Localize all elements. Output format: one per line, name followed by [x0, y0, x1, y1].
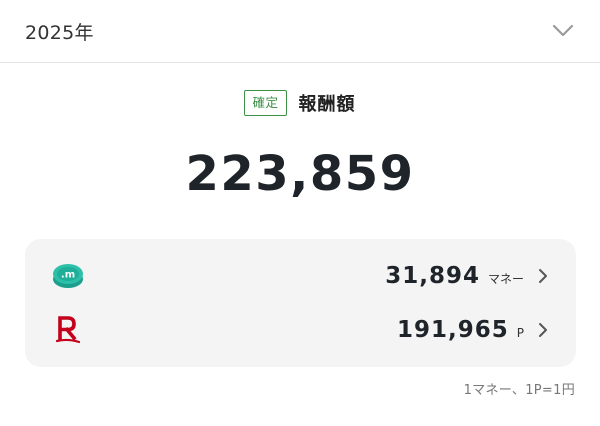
- breakdown-card: .m 31,894 マネー 191,965 P: [25, 239, 576, 367]
- confirmed-badge: 確定: [244, 90, 287, 116]
- rakuten-money-icon: .m: [51, 259, 85, 293]
- money-amount: 31,894: [385, 263, 480, 289]
- reward-title: 報酬額: [298, 94, 356, 115]
- money-amount-group: 31,894 マネー: [385, 263, 548, 289]
- conversion-note: 1マネー、1P=1円: [463, 383, 575, 398]
- year-label: 2025年: [25, 21, 94, 44]
- money-row[interactable]: .m 31,894 マネー: [25, 249, 576, 303]
- chevron-right-icon[interactable]: [538, 268, 548, 284]
- year-selector[interactable]: 2025年: [0, 0, 600, 63]
- point-row[interactable]: 191,965 P: [25, 303, 576, 357]
- reward-total: 223,859: [185, 146, 415, 202]
- rakuten-r-icon: [51, 313, 85, 347]
- point-amount-group: 191,965 P: [397, 317, 548, 343]
- svg-text:.m: .m: [61, 270, 75, 281]
- point-amount: 191,965: [396, 317, 509, 343]
- chevron-down-icon[interactable]: [552, 24, 574, 38]
- chevron-right-icon[interactable]: [538, 322, 548, 338]
- money-unit: マネー: [487, 272, 524, 286]
- reward-header: 確定 報酬額: [0, 90, 600, 116]
- point-unit: P: [516, 326, 524, 340]
